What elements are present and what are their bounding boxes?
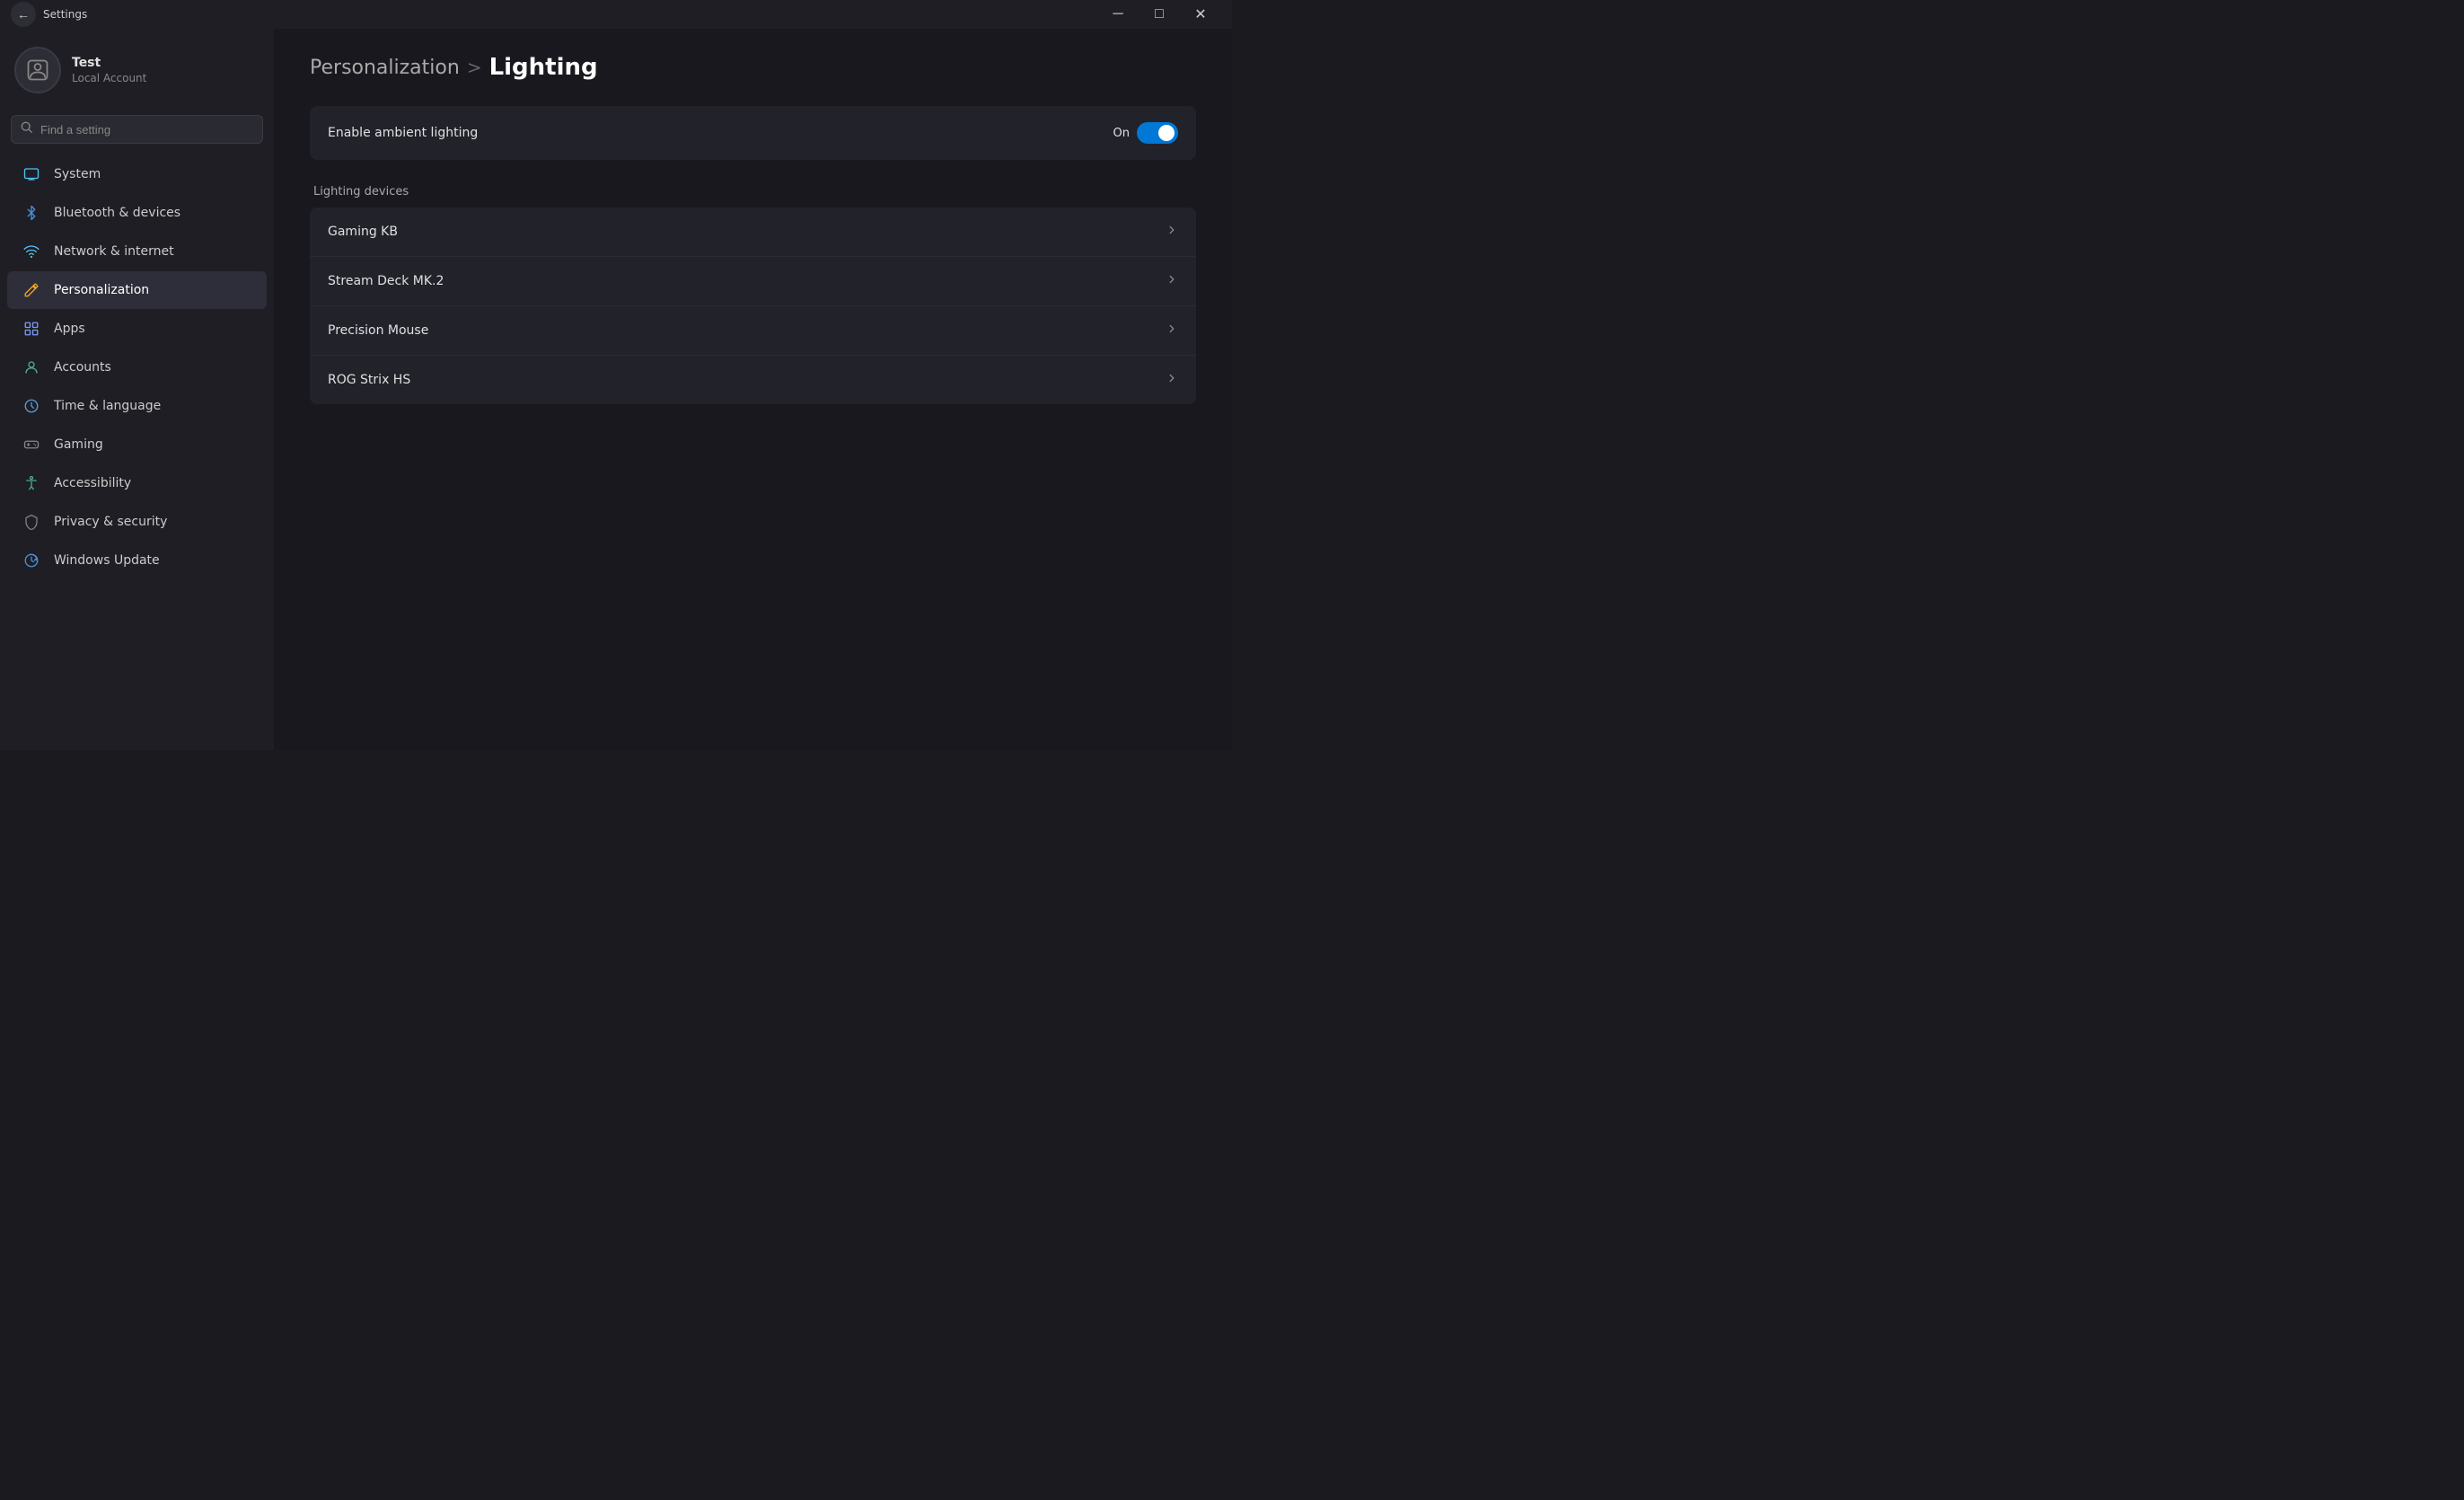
maximize-button[interactable]: □ [1139,0,1180,29]
sidebar-item-gaming[interactable]: Gaming [7,426,267,463]
search-icon [21,121,33,137]
lighting-devices-card: Gaming KB Stream Deck MK.2 Precision Mou… [310,207,1196,404]
lighting-device-row[interactable]: ROG Strix HS [310,356,1196,404]
sidebar-item-label: Time & language [54,399,161,413]
gaming-icon [22,435,41,454]
sidebar-item-accessibility[interactable]: Accessibility [7,464,267,502]
sidebar-item-label: Apps [54,322,85,336]
lighting-device-right [1166,322,1178,339]
toggle-wrapper: On [1113,122,1178,144]
lighting-device-row[interactable]: Precision Mouse [310,306,1196,356]
system-icon [22,164,41,184]
network-icon [22,242,41,261]
back-button[interactable]: ← [11,2,36,27]
breadcrumb-parent[interactable]: Personalization [310,57,460,79]
main-content: Personalization > Lighting Enable ambien… [274,29,1232,750]
chevron-right-icon [1166,372,1178,388]
user-name: Test [72,56,146,70]
chevron-right-icon [1166,224,1178,240]
titlebar-controls: ─ □ ✕ [1097,0,1221,29]
sidebar-item-network[interactable]: Network & internet [7,233,267,270]
search-wrapper [11,115,263,144]
sidebar-item-time[interactable]: Time & language [7,387,267,425]
app-layout: Test Local Account System [0,29,1232,750]
sidebar-item-label: Accessibility [54,476,131,490]
user-profile[interactable]: Test Local Account [0,29,274,108]
user-info: Test Local Account [72,56,146,84]
sidebar-item-label: Privacy & security [54,515,167,529]
ambient-lighting-label: Enable ambient lighting [328,126,478,140]
search-container [0,108,274,154]
sidebar-item-privacy[interactable]: Privacy & security [7,503,267,541]
time-icon [22,396,41,416]
lighting-device-right [1166,224,1178,240]
nav-items: System Bluetooth & devices Network & int… [0,154,274,580]
lighting-device-row[interactable]: Stream Deck MK.2 [310,257,1196,306]
avatar [14,47,61,93]
sidebar-item-system[interactable]: System [7,155,267,193]
bluetooth-icon [22,203,41,223]
ambient-lighting-right: On [1113,122,1178,144]
sidebar-item-label: System [54,167,101,181]
lighting-device-right [1166,372,1178,388]
sidebar-item-label: Windows Update [54,553,160,568]
minimize-button[interactable]: ─ [1097,0,1139,29]
sidebar-item-label: Network & internet [54,244,174,259]
chevron-right-icon [1166,273,1178,289]
sidebar-item-accounts[interactable]: Accounts [7,349,267,386]
privacy-icon [22,512,41,532]
ambient-lighting-toggle[interactable] [1137,122,1178,144]
titlebar: ← Settings ─ □ ✕ [0,0,1232,29]
sidebar: Test Local Account System [0,29,274,750]
lighting-device-name: Precision Mouse [328,323,428,338]
sidebar-item-label: Bluetooth & devices [54,206,180,220]
lighting-device-name: Gaming KB [328,225,398,239]
chevron-right-icon [1166,322,1178,339]
lighting-device-row[interactable]: Gaming KB [310,207,1196,257]
ambient-lighting-card: Enable ambient lighting On [310,106,1196,160]
update-icon [22,551,41,570]
sidebar-item-personalization[interactable]: Personalization [7,271,267,309]
breadcrumb-current: Lighting [489,54,598,81]
breadcrumb: Personalization > Lighting [310,54,1196,81]
lighting-devices-section-label: Lighting devices [310,167,1196,207]
titlebar-left: ← Settings [11,2,87,27]
breadcrumb-separator: > [467,57,482,78]
titlebar-title: Settings [43,8,87,21]
search-input[interactable] [40,123,253,137]
lighting-device-right [1166,273,1178,289]
sidebar-item-update[interactable]: Windows Update [7,542,267,579]
accounts-icon [22,357,41,377]
user-account-type: Local Account [72,72,146,84]
sidebar-item-label: Personalization [54,283,149,297]
apps-icon [22,319,41,339]
accessibility-icon [22,473,41,493]
close-button[interactable]: ✕ [1180,0,1221,29]
ambient-lighting-row[interactable]: Enable ambient lighting On [310,106,1196,160]
lighting-device-name: ROG Strix HS [328,373,410,387]
sidebar-item-bluetooth[interactable]: Bluetooth & devices [7,194,267,232]
sidebar-item-label: Gaming [54,437,103,452]
personalization-icon [22,280,41,300]
toggle-state-label: On [1113,127,1130,140]
lighting-device-name: Stream Deck MK.2 [328,274,444,288]
sidebar-item-apps[interactable]: Apps [7,310,267,348]
sidebar-item-label: Accounts [54,360,111,375]
